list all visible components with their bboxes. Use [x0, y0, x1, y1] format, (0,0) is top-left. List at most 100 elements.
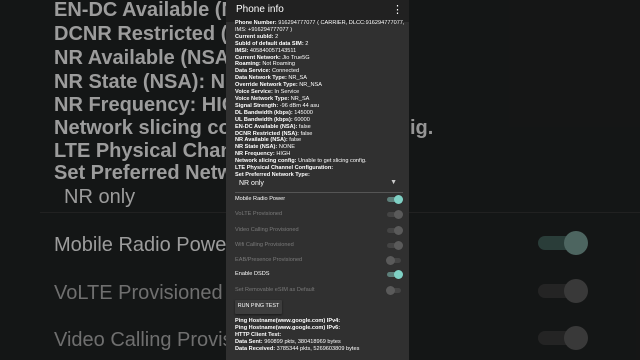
- info-row: LTE Physical Channel Configuration:: [235, 165, 407, 172]
- switch-row: Video Calling Provisioned: [235, 226, 403, 236]
- info-value: -96 dBm 44 asu: [278, 102, 320, 109]
- info-label: Data Network Type:: [235, 75, 287, 82]
- info-label: Override Network Type:: [235, 82, 298, 89]
- results-list: Ping Hostname(www.google.com) IPv4: Ping …: [235, 318, 407, 353]
- info-row: Voice Network Type: NR_SA: [235, 96, 407, 103]
- info-row: IMSI: 405840057143511: [235, 48, 407, 55]
- toggle-knob: [394, 270, 403, 279]
- info-row: EN-DC Available (NSA): false: [235, 124, 407, 131]
- info-row: Signal Strength: -96 dBm 44 asu: [235, 103, 407, 110]
- switch-label: VoLTE Provisioned: [235, 211, 283, 217]
- switch-label: Video Calling Provisioned: [235, 227, 299, 233]
- overflow-menu-icon[interactable]: ⋮: [392, 3, 403, 16]
- info-label: Data Service:: [235, 68, 271, 75]
- switch-row: Wifi Calling Provisioned: [235, 241, 403, 251]
- result-label: Ping Hostname(www.google.com) IPv6:: [235, 324, 341, 331]
- info-value: NR_SA: [286, 75, 308, 82]
- info-value: In Service: [272, 89, 300, 96]
- info-label: Roaming:: [235, 61, 261, 68]
- info-label: Set Preferred Network Type:: [235, 171, 310, 178]
- switch-row: Enable DSDS: [235, 270, 403, 280]
- info-row: Network slicing config: Unable to get sl…: [235, 158, 407, 165]
- info-row: UL Bandwidth (kbps): 60000: [235, 117, 407, 124]
- info-row: Roaming: Not Roaming: [235, 61, 407, 68]
- info-row: NR State (NSA): NONE: [235, 144, 407, 151]
- info-row: Current Network: Jio True5G: [235, 55, 407, 62]
- info-label: SubId of default data SIM:: [235, 40, 304, 47]
- result-label: Data Sent:: [235, 338, 263, 345]
- run-ping-test-button[interactable]: RUN PING TEST: [235, 300, 282, 314]
- result-label: Data Received:: [235, 345, 276, 352]
- toggle-switch[interactable]: [387, 270, 403, 279]
- info-row: NR Frequency: HIGH: [235, 151, 407, 158]
- info-row: Data Network Type: NR_SA: [235, 75, 407, 82]
- result-value: 960899 pkts, 380418969 bytes: [262, 338, 341, 345]
- info-label: IMSI:: [235, 47, 249, 54]
- info-value: false: [297, 123, 311, 130]
- info-row: Override Network Type: NR_NSA: [235, 82, 407, 89]
- info-label: DCNR Restricted (NSA):: [235, 130, 300, 137]
- info-row: Current subId: 2: [235, 34, 407, 41]
- info-row: SubId of default data SIM: 2: [235, 41, 407, 48]
- toggle-knob: [386, 256, 395, 265]
- result-row: Ping Hostname(www.google.com) IPv4:: [235, 318, 407, 325]
- info-row: Voice Service: In Service: [235, 89, 407, 96]
- app-bar: Phone info ⋮: [226, 0, 409, 22]
- switch-label: Wifi Calling Provisioned: [235, 242, 294, 248]
- info-label: NR Frequency:: [235, 151, 275, 158]
- info-value: HIGH: [274, 151, 291, 158]
- run-ping-test-label: RUN PING TEST: [237, 303, 280, 309]
- toggle-switch[interactable]: [387, 241, 403, 250]
- info-row: Data Service: Connected: [235, 68, 407, 75]
- switch-label: EAB/Presence Provisioned: [235, 257, 303, 263]
- info-label: EN-DC Available (NSA):: [235, 123, 298, 130]
- info-value: Unable to get slicing config.: [296, 158, 367, 165]
- dropdown-underline: [235, 192, 403, 193]
- result-value: 3785344 pkts, 5269603809 bytes: [275, 345, 360, 352]
- info-label: Phone Number:: [235, 20, 277, 26]
- info-label: UL Bandwidth (kbps):: [235, 116, 293, 123]
- info-value: NONE: [277, 144, 295, 151]
- info-value: 60000: [292, 116, 310, 123]
- info-row: DCNR Restricted (NSA): false: [235, 131, 407, 138]
- info-label: DL Bandwidth (kbps):: [235, 109, 293, 116]
- info-value: 2: [303, 40, 309, 47]
- info-label: NR Available (NSA):: [235, 137, 288, 144]
- switch-row: EAB/Presence Provisioned: [235, 256, 403, 266]
- switch-label: Set Removable eSIM as Default: [235, 287, 315, 293]
- info-value: NR_SA: [289, 95, 310, 102]
- switch-label: Enable DSDS: [235, 271, 270, 277]
- switch-row: Mobile Radio Power: [235, 195, 403, 205]
- toggle-switch[interactable]: [387, 210, 403, 219]
- info-row: Set Preferred Network Type:: [235, 172, 407, 179]
- toggle-knob: [394, 226, 403, 235]
- result-label: Ping Hostname(www.google.com) IPv4:: [235, 318, 341, 324]
- switch-row: Set Removable eSIM as Default: [235, 286, 403, 296]
- preferred-network-dropdown[interactable]: NR only ▼: [235, 179, 403, 193]
- result-row: HTTP Client Test:: [235, 332, 407, 339]
- switch-row: VoLTE Provisioned: [235, 210, 403, 220]
- info-value: false: [299, 130, 313, 137]
- info-label: Current subId:: [235, 33, 274, 40]
- toggle-knob: [394, 195, 403, 204]
- info-label: NR State (NSA):: [235, 144, 278, 151]
- info-value: Not Roaming: [260, 61, 295, 68]
- toggle-switch[interactable]: [387, 226, 403, 235]
- result-row: Ping Hostname(www.google.com) IPv6:: [235, 325, 407, 332]
- result-label: HTTP Client Test:: [235, 331, 282, 338]
- toggle-knob: [394, 210, 403, 219]
- dropdown-arrow-icon: ▼: [390, 179, 397, 186]
- info-label: LTE Physical Channel Configuration:: [235, 165, 334, 172]
- info-label: Voice Service:: [235, 89, 273, 96]
- toggle-switch[interactable]: [386, 256, 401, 265]
- info-label: Current Network:: [235, 54, 281, 61]
- toggle-switch[interactable]: [387, 195, 403, 204]
- switch-label: Mobile Radio Power: [235, 196, 286, 202]
- info-label: Network slicing config:: [235, 158, 297, 165]
- info-value: 2: [273, 33, 279, 40]
- info-list: Phone Number: 916294777077 ( CARRIER, DL…: [235, 20, 407, 179]
- info-row: DL Bandwidth (kbps): 145000: [235, 110, 407, 117]
- toggle-knob: [394, 241, 403, 250]
- info-value: Jio True5G: [280, 54, 310, 61]
- toggle-switch[interactable]: [386, 286, 401, 295]
